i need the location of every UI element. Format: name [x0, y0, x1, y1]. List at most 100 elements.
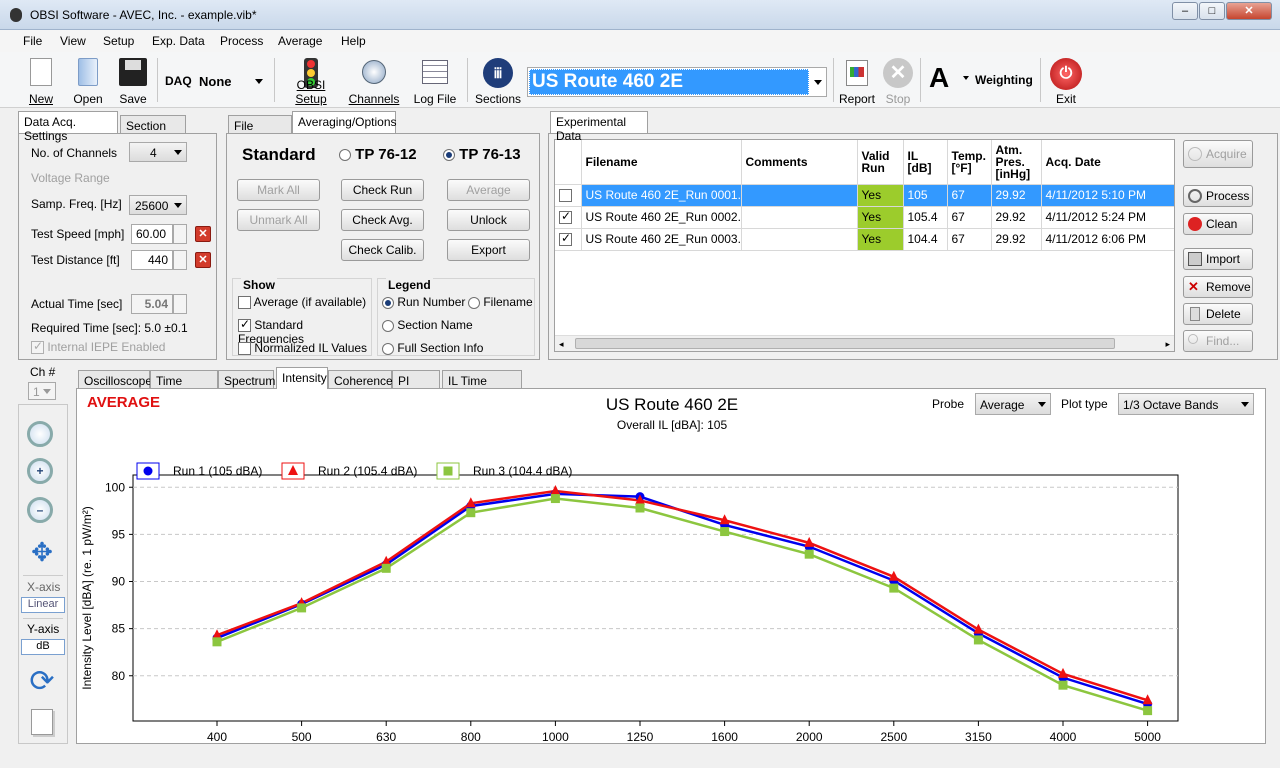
- iepe-option[interactable]: Internal IEPE Enabled: [31, 339, 165, 355]
- zoom-out-icon[interactable]: –: [27, 497, 53, 523]
- tab-time-history[interactable]: Time History: [150, 370, 218, 402]
- menu-view[interactable]: View: [60, 34, 86, 48]
- tab-file-naming[interactable]: File Naming: [228, 115, 292, 147]
- clear-x-icon[interactable]: ✕: [195, 226, 211, 242]
- sections-button[interactable]: ⅲ Sections: [473, 56, 523, 106]
- zoom-fit-icon[interactable]: [27, 421, 53, 447]
- tab-averaging-options[interactable]: Averaging/Options: [292, 111, 397, 133]
- tab-intensity[interactable]: Intensity: [276, 367, 328, 389]
- table-row[interactable]: US Route 460 2E_Run 0002.... Yes 105.4 6…: [555, 206, 1174, 229]
- acquire-button[interactable]: Acquire: [1183, 140, 1253, 168]
- daq-select[interactable]: None: [194, 70, 268, 92]
- new-button[interactable]: New: [22, 56, 60, 106]
- plot-type-select[interactable]: 1/3 Octave Bands: [1118, 393, 1254, 415]
- channels-button[interactable]: Channels: [346, 56, 402, 106]
- check-run-button[interactable]: Check Run: [341, 179, 424, 201]
- tp76-12-option[interactable]: TP 76-12: [339, 146, 417, 163]
- section-name-option[interactable]: Section Name: [382, 318, 473, 332]
- tab-spectrum[interactable]: Spectrum: [218, 370, 275, 390]
- run-number-radio[interactable]: [382, 296, 394, 309]
- refresh-arrows-icon[interactable]: ⟳: [25, 665, 59, 699]
- header-acq-date[interactable]: Acq. Date: [1041, 140, 1174, 185]
- find-button[interactable]: Find...: [1183, 330, 1253, 352]
- log-file-button[interactable]: Log File: [410, 56, 460, 106]
- route-select[interactable]: US Route 460 2E: [527, 67, 827, 97]
- header-atm-pres[interactable]: Atm. Pres. [inHg]: [991, 140, 1042, 185]
- show-average-option[interactable]: Average (if available): [238, 295, 366, 310]
- row-comments[interactable]: [741, 206, 858, 229]
- run-number-option[interactable]: Run Number: [382, 295, 465, 309]
- unlock-button[interactable]: Unlock: [447, 209, 530, 231]
- header-temp[interactable]: Temp. [°F]: [947, 140, 992, 185]
- row-checkbox[interactable]: [559, 187, 572, 203]
- iepe-checkbox[interactable]: [31, 339, 44, 355]
- clear-x-icon[interactable]: ✕: [195, 252, 211, 268]
- full-section-radio[interactable]: [382, 342, 394, 355]
- weighting-label[interactable]: Weighting: [975, 73, 1033, 87]
- maximize-button[interactable]: □: [1199, 2, 1225, 20]
- unmark-all-button[interactable]: Unmark All: [237, 209, 320, 231]
- yaxis-scale-button[interactable]: dB: [21, 639, 65, 655]
- header-filename[interactable]: Filename: [581, 140, 742, 185]
- average-button[interactable]: Average: [447, 179, 530, 201]
- minimize-button[interactable]: –: [1172, 2, 1198, 20]
- header-valid-run[interactable]: Valid Run: [857, 140, 904, 185]
- delete-button[interactable]: Delete: [1183, 303, 1253, 325]
- menu-average[interactable]: Average: [278, 34, 322, 48]
- menu-process[interactable]: Process: [220, 34, 263, 48]
- tab-coherence[interactable]: Coherence: [328, 370, 393, 390]
- table-row[interactable]: US Route 460 2E_Run 0003.... Yes 104.4 6…: [555, 228, 1174, 251]
- chevron-down-icon[interactable]: [963, 76, 969, 80]
- mark-all-button[interactable]: Mark All: [237, 179, 320, 201]
- export-button[interactable]: Export: [447, 239, 530, 261]
- process-button[interactable]: Process: [1183, 185, 1253, 207]
- header-il[interactable]: IL [dB]: [903, 140, 948, 185]
- channels-select[interactable]: 4: [129, 142, 187, 162]
- test-speed-spinner[interactable]: [173, 224, 187, 244]
- show-average-checkbox[interactable]: [238, 296, 251, 310]
- row-comments[interactable]: [741, 184, 858, 207]
- test-distance-input[interactable]: 440: [131, 250, 173, 270]
- obsi-setup-button[interactable]: OBSI Setup: [280, 56, 342, 106]
- tab-experimental-data[interactable]: Experimental Data: [550, 111, 648, 143]
- open-button[interactable]: Open: [68, 56, 108, 106]
- zoom-in-icon[interactable]: +: [27, 458, 53, 484]
- tp76-13-radio[interactable]: [443, 149, 455, 162]
- show-normalized-option[interactable]: Normalized IL Values: [238, 341, 367, 356]
- show-normalized-checkbox[interactable]: [238, 342, 251, 356]
- filename-radio[interactable]: [468, 296, 480, 309]
- tp76-12-radio[interactable]: [339, 149, 351, 162]
- table-row[interactable]: US Route 460 2E_Run 0001.... Yes 105 67 …: [555, 184, 1174, 207]
- clean-button[interactable]: Clean: [1183, 213, 1253, 235]
- check-calib-button[interactable]: Check Calib.: [341, 239, 424, 261]
- test-distance-spinner[interactable]: [173, 250, 187, 270]
- scroll-left-icon[interactable]: ◂: [559, 339, 564, 350]
- menu-file[interactable]: File: [23, 34, 42, 48]
- remove-button[interactable]: ✕ Remove: [1183, 276, 1253, 298]
- save-button[interactable]: Save: [115, 56, 151, 106]
- import-button[interactable]: Import: [1183, 248, 1253, 270]
- samp-freq-select[interactable]: 25600: [129, 195, 187, 215]
- channel-select[interactable]: 1: [28, 382, 56, 400]
- exit-button[interactable]: ⏻ Exit: [1046, 56, 1086, 106]
- show-standard-checkbox[interactable]: [238, 317, 251, 333]
- scroll-right-icon[interactable]: ▸: [1165, 339, 1170, 350]
- check-avg-button[interactable]: Check Avg.: [341, 209, 424, 231]
- tab-oscilloscope[interactable]: Oscilloscope: [78, 370, 152, 390]
- tab-section-info[interactable]: Section Info: [120, 115, 186, 147]
- tab-data-acq-settings[interactable]: Data Acq. Settings: [18, 111, 118, 143]
- menu-exp-data[interactable]: Exp. Data: [152, 34, 205, 48]
- row-checkbox[interactable]: [559, 209, 572, 225]
- copy-page-icon[interactable]: [31, 709, 53, 735]
- section-name-radio[interactable]: [382, 319, 394, 332]
- row-comments[interactable]: [741, 228, 858, 251]
- close-window-button[interactable]: ✕: [1226, 2, 1272, 20]
- probe-select[interactable]: Average: [975, 393, 1051, 415]
- menu-setup[interactable]: Setup: [103, 34, 134, 48]
- tab-pi-index[interactable]: PI Index: [392, 370, 440, 402]
- stop-button[interactable]: ✕ Stop: [880, 56, 916, 106]
- xaxis-scale-button[interactable]: Linear: [21, 597, 65, 613]
- pan-arrows-icon[interactable]: ✥: [27, 537, 57, 567]
- header-comments[interactable]: Comments: [741, 140, 858, 185]
- horizontal-scrollbar[interactable]: ◂ ▸: [555, 335, 1174, 351]
